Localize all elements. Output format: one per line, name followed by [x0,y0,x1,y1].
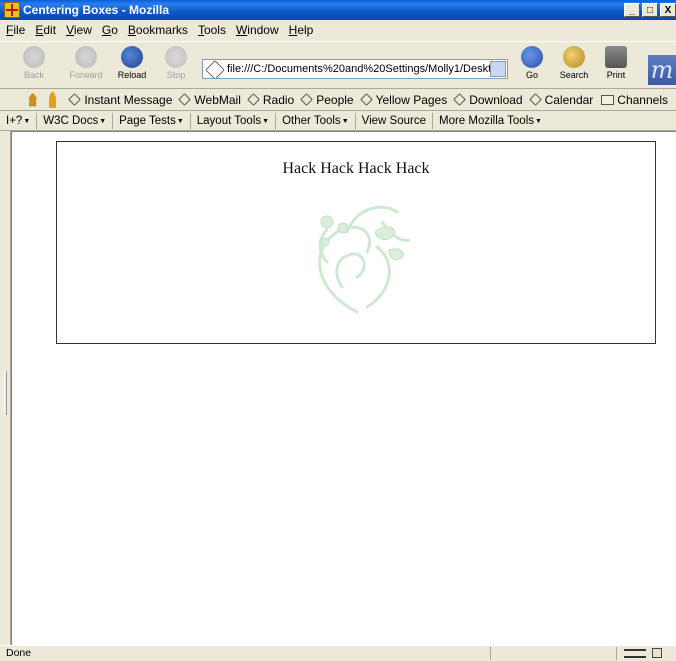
menu-go[interactable]: Go [102,23,118,37]
bookmark-leaf-icon [453,93,467,106]
forward-button[interactable]: Forward [64,44,108,86]
go-button[interactable]: Go [510,44,554,86]
personal-toolbar: Instant Message WebMail Radio People Yel… [0,89,676,111]
search-button[interactable]: Search [552,44,596,86]
centered-box: Hack Hack Hack Hack [56,141,656,344]
dropdown-arrow-icon: ▼ [341,117,349,125]
folder-icon [601,94,615,105]
close-button[interactable]: X [660,3,676,17]
dev-menu-w3c-docs[interactable]: W3C Docs▼ [37,112,114,129]
dev-view-source[interactable]: View Source [356,112,433,129]
dev-menu-i[interactable]: I+?▼ [0,112,38,129]
status-bar: Done [0,645,676,661]
dev-menu-more-mozilla-tools[interactable]: More Mozilla Tools▼ [433,113,548,129]
menu-view[interactable]: View [66,23,92,37]
menu-window[interactable]: Window [236,23,279,37]
bookmark-download[interactable]: Download [453,93,523,107]
bookmark-yellow-pages[interactable]: Yellow Pages [359,93,447,107]
stop-icon [165,46,187,68]
forward-arrow-icon [75,46,97,68]
menu-bar: File Edit View Go Bookmarks Tools Window… [0,20,676,40]
bookmark-calendar[interactable]: Calendar [528,93,593,107]
maximize-button[interactable]: □ [642,3,658,17]
url-text: file:///C:/Documents%20and%20Settings/Mo… [227,63,492,75]
dev-menu-layout-tools[interactable]: Layout Tools▼ [191,112,277,129]
bookmark-webmail[interactable]: WebMail [178,93,241,107]
go-arrow-icon [521,46,543,68]
bookmark-leaf-icon [178,93,192,106]
back-arrow-icon [23,46,45,68]
page-proxy-icon [205,60,225,78]
title-bar: Centering Boxes - Mozilla _ □ X [0,0,676,20]
bookmark-folder-channels[interactable]: Channels [601,93,668,107]
menu-bookmarks[interactable]: Bookmarks [128,23,188,37]
dropdown-arrow-icon: ▼ [262,117,270,125]
print-button[interactable]: Print [594,44,638,86]
status-text: Done [6,647,32,659]
bookmark-instant-message[interactable]: Instant Message [68,93,172,107]
back-button[interactable]: Back [12,44,56,86]
mozilla-throbber-logo[interactable]: m [648,55,676,85]
bookmark-leaf-icon [68,93,82,106]
bookmark-leaf-icon [528,93,542,106]
bookmark-radio[interactable]: Radio [247,93,294,107]
window-title: Centering Boxes - Mozilla [23,3,170,17]
printer-icon [605,46,627,68]
stop-button[interactable]: Stop [154,44,198,86]
dropdown-arrow-icon: ▼ [535,117,542,125]
grip-handle[interactable] [4,371,7,415]
dev-menu-other-tools[interactable]: Other Tools▼ [276,112,356,129]
security-lock-icon[interactable] [652,648,662,658]
status-divider [616,647,617,660]
sidebar-grippy[interactable] [0,131,11,645]
reload-button[interactable]: Reload [110,44,154,86]
online-status-icon[interactable] [624,649,646,658]
url-input[interactable]: file:///C:/Documents%20and%20Settings/Mo… [202,59,508,79]
dropdown-arrow-icon: ▼ [176,117,184,125]
menu-edit[interactable]: Edit [35,23,56,37]
box-text: Hack Hack Hack Hack [282,160,430,177]
reload-icon [121,46,143,68]
mozilla-app-icon[interactable] [4,2,20,18]
status-divider [490,647,491,660]
menu-tools[interactable]: Tools [198,23,226,37]
bookmarks-icon[interactable] [49,91,57,108]
bookmark-leaf-icon [247,93,260,106]
url-history-dropdown[interactable] [490,61,506,77]
web-developer-toolbar: I+?▼ W3C Docs▼ Page Tests▼ Layout Tools▼… [0,111,676,131]
home-icon[interactable] [28,92,38,107]
bookmark-people[interactable]: People [300,93,354,107]
menu-file[interactable]: File [6,23,25,37]
search-icon [563,46,585,68]
bookmark-leaf-icon [300,93,314,106]
window-controls: _ □ X [624,3,676,17]
dropdown-arrow-icon: ▼ [23,117,31,125]
dropdown-arrow-icon: ▼ [99,117,107,125]
dev-menu-page-tests[interactable]: Page Tests▼ [113,112,191,129]
bookmark-leaf-icon [359,93,373,106]
minimize-button[interactable]: _ [624,3,640,17]
floral-ornament-image [318,205,411,314]
page-content: Hack Hack Hack Hack [11,131,676,645]
menu-help[interactable]: Help [289,23,314,37]
